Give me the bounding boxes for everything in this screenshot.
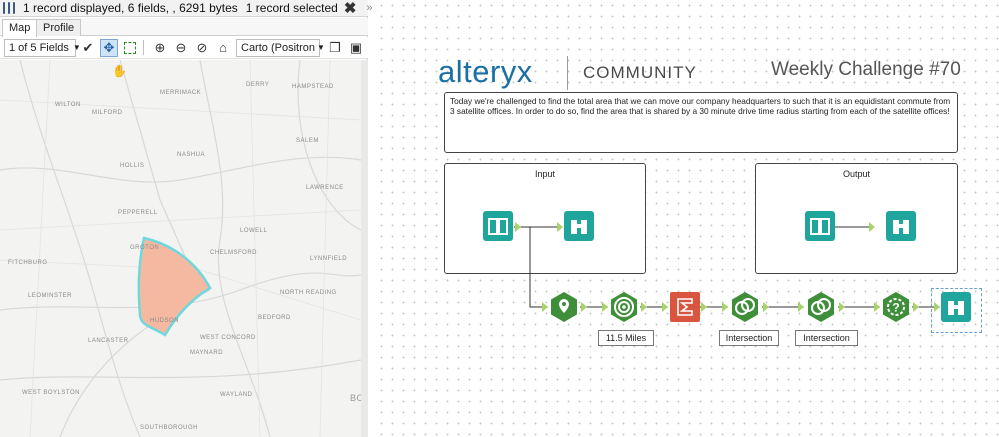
map-town: LOWELL — [240, 228, 268, 234]
check-icon[interactable]: ✔ — [79, 39, 97, 57]
layout-icon-3[interactable] — [13, 2, 15, 14]
map-town: BEDFORD — [258, 315, 291, 321]
intersection-annotation-1: Intersection — [719, 330, 779, 346]
map-town: MILFORD — [92, 110, 123, 116]
map-roads — [0, 60, 361, 437]
map-town: NORTH READING — [280, 290, 337, 296]
map-town: WILTON — [55, 102, 81, 108]
results-tabs: Map Profile — [0, 18, 368, 37]
input-data-tool-icon[interactable] — [805, 211, 835, 241]
logo-divider — [567, 56, 568, 90]
select-rectangle-icon[interactable] — [121, 39, 139, 57]
spatial-process-tool-icon[interactable] — [730, 292, 760, 322]
input-container[interactable]: Input — [444, 163, 646, 274]
intersection-annotation-2: Intersection — [795, 330, 858, 346]
copy-icon[interactable]: ❐ — [326, 39, 344, 57]
basemap-select-value: Carto (Positron — [241, 41, 315, 54]
output-container[interactable]: Output — [755, 163, 958, 274]
basemap-select[interactable]: Carto (Positron ▼ — [236, 38, 325, 57]
zoom-in-icon[interactable]: ⊕ — [151, 39, 169, 57]
browse-tool-icon[interactable] — [564, 211, 594, 241]
browse-tool-icon[interactable] — [941, 292, 971, 322]
map-town: DERRY — [246, 82, 270, 88]
hand-cursor-icon: ✋ — [112, 64, 127, 78]
tab-map[interactable]: Map — [2, 19, 38, 37]
challenge-title: Weekly Challenge #70 — [771, 59, 961, 80]
alteryx-logo: alteryx — [438, 54, 533, 89]
map-town: LYNNFIELD — [310, 256, 348, 262]
create-points-tool-icon[interactable] — [549, 292, 579, 322]
map-town: LANCASTER — [88, 338, 129, 344]
scrollbar[interactable] — [361, 60, 368, 437]
map-town: WAYLAND — [220, 392, 253, 398]
home-icon[interactable]: ⌂ — [214, 39, 232, 57]
zoom-out-icon[interactable]: ⊖ — [172, 39, 190, 57]
map-town: WEST CONCORD — [200, 335, 256, 341]
layout-icon-1[interactable] — [3, 2, 5, 14]
map-town: HAMPSTEAD — [292, 84, 334, 90]
summarize-tool-icon[interactable] — [670, 292, 700, 322]
map-town: LAWRENCE — [306, 185, 344, 191]
output-container-title: Output — [842, 169, 871, 179]
selection-status: 1 record selected — [245, 1, 338, 15]
map-town: LEOMINSTER — [28, 293, 73, 299]
description-text: Today we're challenged to find the total… — [450, 96, 951, 116]
chevron-down-icon: ▼ — [316, 43, 325, 52]
spatial-info-tool-icon[interactable]: ? — [881, 292, 911, 322]
save-icon[interactable]: ▣ — [347, 39, 365, 57]
community-label: COMMUNITY — [583, 63, 697, 82]
tab-profile[interactable]: Profile — [36, 19, 82, 36]
results-pane: 1 record displayed, 6 fields, , 6291 byt… — [0, 0, 373, 437]
map-town: MAYNARD — [190, 350, 224, 356]
map-town: NASHUA — [177, 152, 206, 158]
map-town: CHELMSFORD — [210, 250, 258, 256]
map-town: HOLLIS — [120, 163, 145, 169]
map-town: HUDSON — [150, 318, 180, 324]
divider — [143, 40, 144, 55]
fields-select-value: 1 of 5 Fields — [9, 41, 69, 54]
description-comment[interactable]: Today we're challenged to find the total… — [444, 92, 958, 153]
map-town: PEPPERELL — [118, 210, 158, 216]
trade-area-tool-icon[interactable] — [609, 292, 639, 322]
map-town: SALEM — [296, 138, 319, 144]
trade-area-annotation: 11.5 Miles — [598, 330, 654, 346]
map-town: GROTON — [130, 245, 160, 251]
input-container-title: Input — [534, 169, 556, 179]
fields-select[interactable]: 1 of 5 Fields ▼ — [4, 38, 81, 57]
map-town: WEST BOYLSTON — [22, 390, 80, 396]
zoom-selection-icon[interactable]: ⊘ — [193, 39, 211, 57]
svg-text:?: ? — [892, 301, 899, 315]
browse-tool-icon[interactable] — [886, 211, 916, 241]
layout-icon-2[interactable] — [8, 2, 10, 14]
close-icon[interactable]: ✖ — [344, 0, 357, 17]
record-status: 1 record displayed, 6 fields, , 6291 byt… — [23, 1, 238, 15]
map-town: MERRIMACK — [160, 90, 202, 96]
map-town: BO — [350, 393, 361, 403]
results-toolbar: 1 record displayed, 6 fields, , 6291 byt… — [0, 0, 373, 17]
expand-icon[interactable]: » — [366, 2, 372, 14]
map-town: FITCHBURG — [8, 260, 48, 266]
map-view[interactable]: WILTON MILFORD MERRIMACK DERRY HAMPSTEAD… — [0, 60, 361, 437]
map-toolbar: 1 of 5 Fields ▼ ✔ ✥ ⊕ ⊖ ⊘ ⌂ Carto (Posit… — [0, 37, 368, 59]
pan-icon[interactable]: ✥ — [100, 38, 118, 57]
input-data-tool-icon[interactable] — [483, 211, 513, 241]
spatial-process-tool-icon[interactable] — [806, 292, 836, 322]
map-town: SOUTHBOROUGH — [140, 425, 199, 431]
